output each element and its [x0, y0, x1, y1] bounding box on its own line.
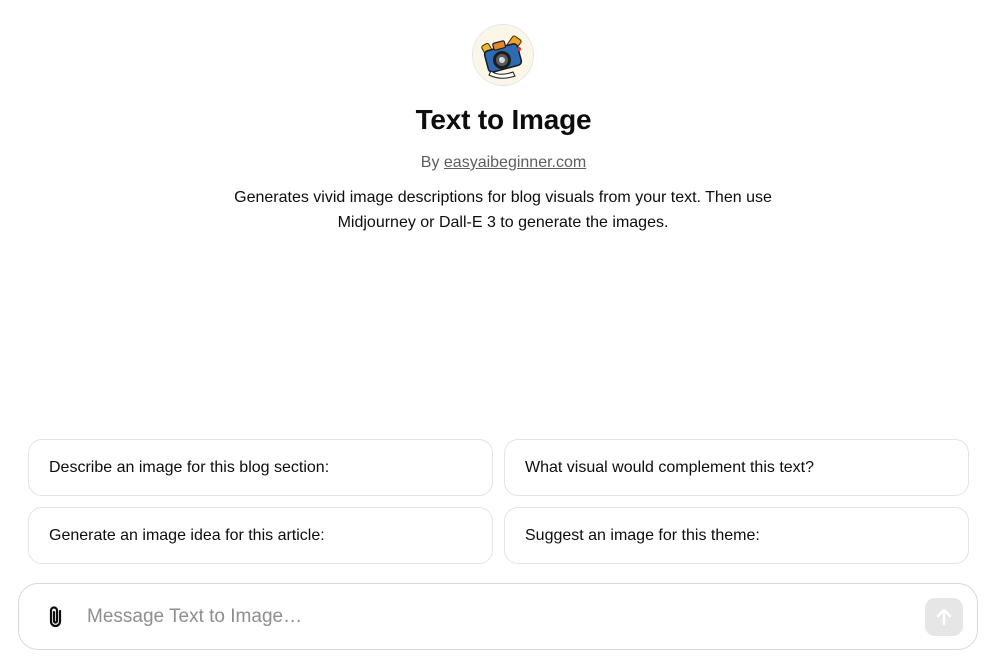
gpt-title: Text to Image	[415, 104, 592, 135]
starter-label: Generate an image idea for this article:	[49, 526, 325, 544]
starter-button[interactable]: Generate an image idea for this article:	[28, 507, 493, 564]
attach-file-button[interactable]	[43, 604, 69, 630]
starter-label: What visual would complement this text?	[525, 458, 815, 476]
gpt-avatar	[472, 24, 534, 86]
gpt-description: Generates vivid image descriptions for b…	[234, 189, 772, 231]
message-input[interactable]	[87, 601, 907, 633]
author-link[interactable]: easyaibeginner.com	[444, 154, 586, 171]
starter-button[interactable]: What visual would complement this text?	[504, 439, 969, 496]
starter-label: Describe an image for this blog section:	[49, 458, 330, 476]
camera-illustration-icon	[473, 25, 533, 85]
starter-button[interactable]: Describe an image for this blog section:	[28, 439, 493, 496]
gpt-chat-page: Text to Image By easyaibeginner.com Gene…	[0, 0, 1007, 656]
message-composer	[18, 583, 978, 650]
byline-prefix: By	[420, 154, 444, 171]
send-button[interactable]	[925, 598, 963, 636]
arrow-up-icon	[936, 608, 952, 626]
starter-label: Suggest an image for this theme:	[525, 526, 760, 544]
paperclip-icon	[49, 606, 62, 628]
gpt-byline: By easyaibeginner.com	[0, 152, 1007, 174]
starter-button[interactable]: Suggest an image for this theme:	[504, 507, 969, 564]
conversation-starters: Describe an image for this blog section:…	[28, 439, 969, 564]
